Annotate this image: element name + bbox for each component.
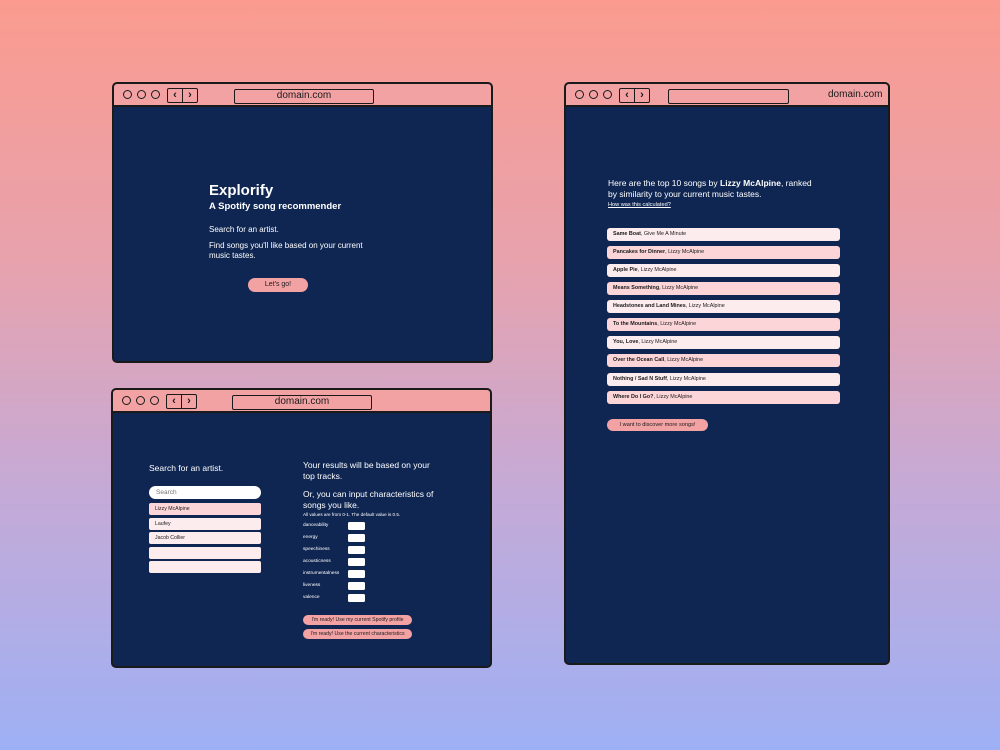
- window-control-dot[interactable]: [151, 90, 160, 99]
- song-title: Pancakes for Dinner: [613, 249, 666, 255]
- characteristic-label: instrumentalness: [303, 571, 340, 576]
- address-bar[interactable]: domain.com: [232, 395, 372, 410]
- results-intro-line2: by similarity to your current music tast…: [608, 189, 762, 199]
- song-artist: , Lizzy McAlpine: [637, 267, 677, 273]
- song-title: Apple Pie: [613, 267, 638, 273]
- song-artist: , Lizzy McAlpine: [665, 249, 705, 255]
- forward-arrow-icon[interactable]: ›: [181, 395, 196, 408]
- artist-search-input[interactable]: [149, 486, 261, 499]
- song-title: Means Something: [613, 285, 660, 291]
- song-artist: , Lizzy McAlpine: [638, 339, 678, 345]
- song-artist: , Lizzy McAlpine: [653, 394, 693, 400]
- artist-result-item[interactable]: [149, 547, 261, 559]
- app-title: Explorify: [209, 182, 274, 199]
- search-heading: Search for an artist.: [149, 463, 224, 473]
- browser-titlebar: ‹ › domain.com: [566, 84, 888, 107]
- characteristic-label: speechiness: [303, 547, 330, 552]
- characteristic-input[interactable]: [348, 522, 365, 530]
- artist-result-item[interactable]: [149, 561, 261, 573]
- characteristic-input[interactable]: [348, 570, 365, 578]
- results-intro-post: , ranked: [780, 178, 812, 188]
- song-row[interactable]: You, Love, Lizzy McAlpine: [607, 336, 840, 349]
- song-artist: , Lizzy McAlpine: [685, 303, 725, 309]
- characteristic-input[interactable]: [348, 582, 365, 590]
- back-arrow-icon[interactable]: ‹: [167, 395, 181, 408]
- window-control-dot[interactable]: [603, 90, 612, 99]
- characteristics-heading-cont: songs you like.: [303, 500, 360, 510]
- results-intro-pre: Here are the top 10 songs by: [608, 178, 720, 188]
- results-intro: Here are the top 10 songs by Lizzy McAlp…: [608, 178, 812, 188]
- characteristics-heading: Or, you can input characteristics of: [303, 489, 434, 499]
- song-row[interactable]: Where Do I Go?, Lizzy McAlpine: [607, 391, 840, 404]
- app-subtitle: A Spotify song recommender: [209, 201, 342, 212]
- window-control-dot[interactable]: [150, 396, 159, 405]
- lets-go-button[interactable]: Let's go!: [248, 278, 308, 292]
- song-artist: , Lizzy McAlpine: [659, 285, 699, 291]
- how-calculated-link[interactable]: How was this calculated?: [608, 202, 671, 208]
- song-row[interactable]: Over the Ocean Call, Lizzy McAlpine: [607, 354, 840, 367]
- window-control-dot[interactable]: [123, 90, 132, 99]
- browser-window-search: ‹ › domain.com Search for an artist. Liz…: [111, 388, 492, 668]
- intro-line-find-cont: music tastes.: [209, 251, 256, 260]
- song-artist: , Give Me A Minute: [640, 231, 687, 237]
- characteristic-label: danceability: [303, 523, 329, 528]
- results-basis-text: Your results will be based on your: [303, 460, 430, 470]
- nav-buttons: ‹ ›: [167, 88, 198, 103]
- artist-result-item[interactable]: Laufey: [149, 518, 261, 530]
- use-spotify-profile-button[interactable]: I'm ready! Use my current Spotify profil…: [303, 615, 412, 625]
- song-title: Headstones and Land Mines: [613, 303, 686, 309]
- song-title: Nothing / Sad N Stuff: [613, 376, 667, 382]
- back-arrow-icon[interactable]: ‹: [620, 89, 634, 102]
- song-title: To the Mountains: [613, 321, 658, 327]
- characteristic-label: liveness: [303, 583, 321, 588]
- use-characteristics-button[interactable]: I'm ready! Use the current characteristi…: [303, 629, 412, 639]
- browser-titlebar: ‹ › domain.com: [114, 84, 491, 107]
- characteristic-label: valence: [303, 595, 320, 600]
- nav-buttons: ‹ ›: [166, 394, 197, 409]
- song-row[interactable]: Pancakes for Dinner, Lizzy McAlpine: [607, 246, 840, 259]
- characteristic-label: energy: [303, 535, 318, 540]
- characteristic-input[interactable]: [348, 558, 365, 566]
- artist-result-item[interactable]: Jacob Collier: [149, 532, 261, 544]
- song-row[interactable]: Apple Pie, Lizzy McAlpine: [607, 264, 840, 277]
- results-basis-text-cont: top tracks.: [303, 471, 343, 481]
- discover-more-button[interactable]: I want to discover more songs!: [607, 419, 708, 431]
- song-artist: , Lizzy McAlpine: [657, 321, 697, 327]
- song-title: Where Do I Go?: [613, 394, 654, 400]
- characteristic-input[interactable]: [348, 534, 365, 542]
- intro-line-search: Search for an artist.: [209, 225, 279, 234]
- song-artist: , Lizzy McAlpine: [666, 376, 706, 382]
- song-row[interactable]: To the Mountains, Lizzy McAlpine: [607, 318, 840, 331]
- intro-line-find: Find songs you'll like based on your cur…: [209, 241, 363, 250]
- characteristic-input[interactable]: [348, 594, 365, 602]
- browser-titlebar: ‹ › domain.com: [113, 390, 490, 413]
- address-bar[interactable]: domain.com: [234, 89, 374, 104]
- song-title: Over the Ocean Call: [613, 357, 665, 363]
- window-control-dot[interactable]: [136, 396, 145, 405]
- nav-buttons: ‹ ›: [619, 88, 650, 103]
- browser-window-landing: ‹ › domain.com Explorify A Spotify song …: [112, 82, 493, 363]
- forward-arrow-icon[interactable]: ›: [634, 89, 649, 102]
- song-row[interactable]: Means Something, Lizzy McAlpine: [607, 282, 840, 295]
- window-control-dot[interactable]: [575, 90, 584, 99]
- address-bar[interactable]: [668, 89, 789, 104]
- forward-arrow-icon[interactable]: ›: [182, 89, 197, 102]
- back-arrow-icon[interactable]: ‹: [168, 89, 182, 102]
- song-row[interactable]: Headstones and Land Mines, Lizzy McAlpin…: [607, 300, 840, 313]
- characteristics-note: All values are from 0-1. The default val…: [303, 512, 401, 517]
- browser-window-results: ‹ › domain.com Here are the top 10 songs…: [564, 82, 890, 665]
- window-control-dot[interactable]: [137, 90, 146, 99]
- window-control-dot[interactable]: [122, 396, 131, 405]
- song-artist: , Lizzy McAlpine: [664, 357, 704, 363]
- song-title: Same Boat: [613, 231, 641, 237]
- song-row[interactable]: Nothing / Sad N Stuff, Lizzy McAlpine: [607, 373, 840, 386]
- characteristic-input[interactable]: [348, 546, 365, 554]
- artist-result-item[interactable]: Lizzy McAlpine: [149, 503, 261, 515]
- results-intro-artist: Lizzy McAlpine: [720, 178, 781, 188]
- characteristic-label: acousticness: [303, 559, 331, 564]
- address-bar-text: domain.com: [828, 89, 883, 100]
- song-title: You, Love: [613, 339, 639, 345]
- song-row[interactable]: Same Boat, Give Me A Minute: [607, 228, 840, 241]
- window-control-dot[interactable]: [589, 90, 598, 99]
